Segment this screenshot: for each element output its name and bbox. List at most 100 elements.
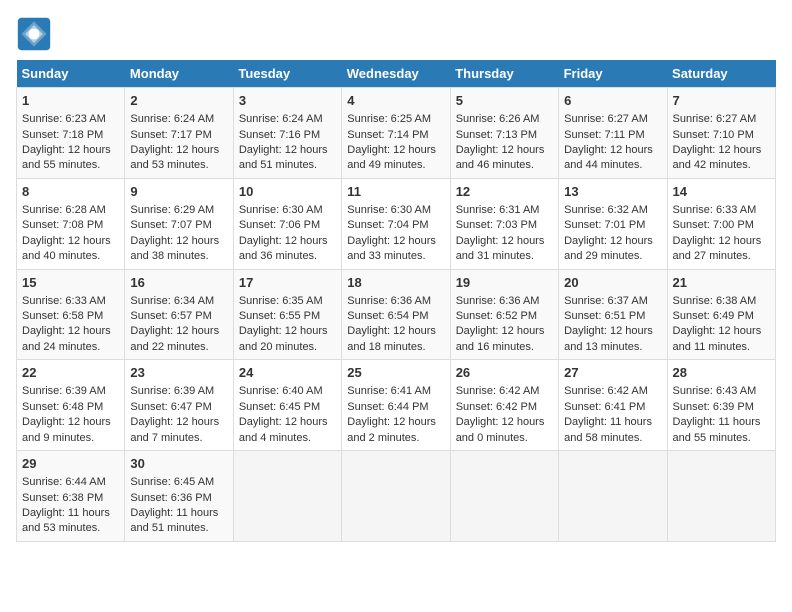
calendar-cell: 14Sunrise: 6:33 AMSunset: 7:00 PMDayligh… — [667, 178, 775, 269]
day-info-line: Sunrise: 6:27 AM — [564, 112, 661, 127]
day-info-line: Sunrise: 6:32 AM — [564, 203, 661, 218]
day-number: 29 — [22, 455, 119, 473]
day-info-line: Daylight: 12 hours — [564, 234, 661, 249]
page-header — [16, 16, 776, 52]
day-number: 17 — [239, 274, 336, 292]
day-info-line: Sunrise: 6:42 AM — [456, 384, 553, 399]
day-info-line: Daylight: 11 hours — [130, 506, 227, 521]
day-info-line: and 46 minutes. — [456, 158, 553, 173]
calendar-cell — [559, 451, 667, 542]
day-info-line: Sunrise: 6:26 AM — [456, 112, 553, 127]
day-info-line: Sunset: 6:52 PM — [456, 309, 553, 324]
day-number: 10 — [239, 183, 336, 201]
calendar-cell: 11Sunrise: 6:30 AMSunset: 7:04 PMDayligh… — [342, 178, 450, 269]
day-number: 2 — [130, 92, 227, 110]
day-info-line: Sunset: 6:38 PM — [22, 491, 119, 506]
calendar-cell: 26Sunrise: 6:42 AMSunset: 6:42 PMDayligh… — [450, 360, 558, 451]
day-info-line: Daylight: 12 hours — [564, 324, 661, 339]
day-info-line: Sunrise: 6:38 AM — [673, 294, 770, 309]
calendar-cell — [342, 451, 450, 542]
week-row-5: 29Sunrise: 6:44 AMSunset: 6:38 PMDayligh… — [17, 451, 776, 542]
day-info-line: Sunrise: 6:40 AM — [239, 384, 336, 399]
calendar-cell: 22Sunrise: 6:39 AMSunset: 6:48 PMDayligh… — [17, 360, 125, 451]
day-info-line: and 51 minutes. — [239, 158, 336, 173]
day-info-line: Sunrise: 6:31 AM — [456, 203, 553, 218]
day-info-line: Sunset: 7:16 PM — [239, 128, 336, 143]
day-info-line: Daylight: 12 hours — [22, 143, 119, 158]
day-number: 22 — [22, 364, 119, 382]
day-header-wednesday: Wednesday — [342, 60, 450, 88]
day-info-line: Sunset: 7:14 PM — [347, 128, 444, 143]
calendar-cell: 4Sunrise: 6:25 AMSunset: 7:14 PMDaylight… — [342, 88, 450, 179]
calendar-cell: 5Sunrise: 6:26 AMSunset: 7:13 PMDaylight… — [450, 88, 558, 179]
calendar-cell — [450, 451, 558, 542]
day-info-line: Daylight: 12 hours — [239, 143, 336, 158]
day-info-line: and 9 minutes. — [22, 431, 119, 446]
day-info-line: Daylight: 12 hours — [130, 143, 227, 158]
day-info-line: Sunrise: 6:45 AM — [130, 475, 227, 490]
day-number: 9 — [130, 183, 227, 201]
day-info-line: Sunrise: 6:39 AM — [22, 384, 119, 399]
day-info-line: and 2 minutes. — [347, 431, 444, 446]
day-info-line: and 0 minutes. — [456, 431, 553, 446]
day-info-line: and 58 minutes. — [564, 431, 661, 446]
calendar-cell: 20Sunrise: 6:37 AMSunset: 6:51 PMDayligh… — [559, 269, 667, 360]
calendar-cell: 9Sunrise: 6:29 AMSunset: 7:07 PMDaylight… — [125, 178, 233, 269]
day-info-line: Daylight: 12 hours — [456, 415, 553, 430]
day-info-line: and 51 minutes. — [130, 521, 227, 536]
calendar-cell: 25Sunrise: 6:41 AMSunset: 6:44 PMDayligh… — [342, 360, 450, 451]
day-info-line: Daylight: 12 hours — [347, 415, 444, 430]
day-info-line: Sunset: 6:47 PM — [130, 400, 227, 415]
day-info-line: Sunset: 7:06 PM — [239, 218, 336, 233]
day-number: 28 — [673, 364, 770, 382]
day-info-line: Sunset: 6:48 PM — [22, 400, 119, 415]
day-info-line: and 53 minutes. — [22, 521, 119, 536]
day-info-line: Sunrise: 6:27 AM — [673, 112, 770, 127]
day-number: 25 — [347, 364, 444, 382]
day-info-line: Sunset: 7:03 PM — [456, 218, 553, 233]
day-info-line: and 42 minutes. — [673, 158, 770, 173]
day-info-line: Daylight: 12 hours — [347, 234, 444, 249]
day-info-line: and 11 minutes. — [673, 340, 770, 355]
day-info-line: Sunrise: 6:41 AM — [347, 384, 444, 399]
day-info-line: Sunset: 7:07 PM — [130, 218, 227, 233]
day-info-line: Daylight: 12 hours — [239, 324, 336, 339]
day-number: 3 — [239, 92, 336, 110]
day-info-line: and 7 minutes. — [130, 431, 227, 446]
logo-icon — [16, 16, 52, 52]
day-info-line: and 36 minutes. — [239, 249, 336, 264]
day-number: 12 — [456, 183, 553, 201]
day-info-line: Sunrise: 6:33 AM — [673, 203, 770, 218]
day-info-line: Daylight: 12 hours — [22, 324, 119, 339]
day-info-line: Daylight: 12 hours — [673, 143, 770, 158]
calendar-cell: 12 Sunrise: 6:31 AMSunset: 7:03 PMDayligh… — [450, 178, 558, 269]
calendar-cell: 1Sunrise: 6:23 AMSunset: 7:18 PMDaylight… — [17, 88, 125, 179]
calendar-cell: 17Sunrise: 6:35 AMSunset: 6:55 PMDayligh… — [233, 269, 341, 360]
day-info-line: and 38 minutes. — [130, 249, 227, 264]
day-number: 26 — [456, 364, 553, 382]
day-info-line: Sunrise: 6:34 AM — [130, 294, 227, 309]
day-info-line: Daylight: 11 hours — [22, 506, 119, 521]
day-info-line: Sunset: 7:11 PM — [564, 128, 661, 143]
day-info-line: Sunset: 6:58 PM — [22, 309, 119, 324]
day-number: 13 — [564, 183, 661, 201]
day-info-line: Daylight: 12 hours — [130, 234, 227, 249]
day-info-line: Sunrise: 6:25 AM — [347, 112, 444, 127]
day-info-line: Sunset: 6:41 PM — [564, 400, 661, 415]
day-info-line: Daylight: 12 hours — [239, 234, 336, 249]
day-info-line: Daylight: 12 hours — [456, 234, 553, 249]
day-info-line: Daylight: 12 hours — [347, 324, 444, 339]
day-info-line: Sunrise: 6:24 AM — [239, 112, 336, 127]
week-row-2: 8Sunrise: 6:28 AMSunset: 7:08 PMDaylight… — [17, 178, 776, 269]
day-number: 19 — [456, 274, 553, 292]
day-info-line: Daylight: 12 hours — [564, 143, 661, 158]
day-number: 11 — [347, 183, 444, 201]
day-info-line: Sunset: 7:04 PM — [347, 218, 444, 233]
calendar-cell: 13Sunrise: 6:32 AMSunset: 7:01 PMDayligh… — [559, 178, 667, 269]
day-info-line: Sunrise: 6:43 AM — [673, 384, 770, 399]
logo — [16, 16, 56, 52]
day-info-line: and 20 minutes. — [239, 340, 336, 355]
day-info-line: Sunrise: 6:42 AM — [564, 384, 661, 399]
day-info-line: Sunset: 7:13 PM — [456, 128, 553, 143]
day-info-line: and 55 minutes. — [22, 158, 119, 173]
